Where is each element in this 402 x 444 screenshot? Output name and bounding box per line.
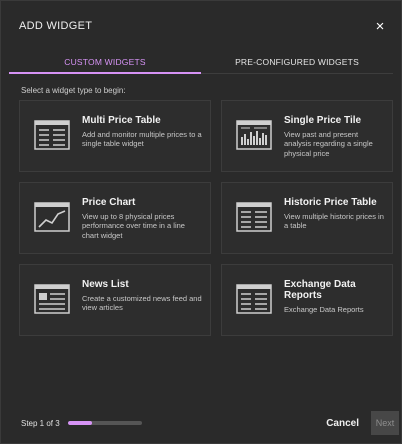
step-indicator: Step 1 of 3 xyxy=(21,418,60,428)
table-icon xyxy=(236,284,272,314)
dialog-header: ADD WIDGET × xyxy=(1,1,401,51)
news-icon xyxy=(34,284,70,314)
widget-title: Multi Price Table xyxy=(82,115,161,126)
line-chart-icon xyxy=(34,202,70,232)
widget-card-historic-price-table[interactable]: Historic Price Table View multiple histo… xyxy=(221,182,393,254)
widget-card-single-price-tile[interactable]: Single Price Tile View past and present … xyxy=(221,100,393,172)
widget-description: Create a customized news feed and view a… xyxy=(82,294,202,313)
table-icon xyxy=(34,120,70,150)
widget-description: View up to 8 physical prices performance… xyxy=(82,212,185,240)
instruction-text: Select a widget type to begin: xyxy=(21,86,126,95)
widget-card-multi-price-table[interactable]: Multi Price Table Add and monitor multip… xyxy=(19,100,211,172)
widget-description: View multiple historic prices in a table xyxy=(284,212,384,231)
widget-card-exchange-data-reports[interactable]: Exchange Data Reports Exchange Data Repo… xyxy=(221,264,393,336)
widget-title: Single Price Tile xyxy=(284,115,362,126)
widget-title: Exchange Data Reports xyxy=(284,279,356,301)
widget-description: View past and present analysis regarding… xyxy=(284,130,373,158)
widget-grid: Multi Price Table Add and monitor multip… xyxy=(19,100,393,336)
widget-title: Price Chart xyxy=(82,197,136,208)
progress-fill xyxy=(67,421,93,425)
next-button[interactable]: Next xyxy=(371,411,399,435)
cancel-button[interactable]: Cancel xyxy=(326,418,359,429)
progress-bar xyxy=(67,421,142,425)
widget-title: Historic Price Table xyxy=(284,197,377,208)
dialog-title: ADD WIDGET xyxy=(19,20,93,32)
widget-description: Exchange Data Reports xyxy=(284,305,364,314)
dialog-footer: Step 1 of 3 Cancel Next xyxy=(1,403,401,443)
widget-card-price-chart[interactable]: Price Chart View up to 8 physical prices… xyxy=(19,182,211,254)
close-icon[interactable]: × xyxy=(371,17,389,35)
widget-card-news-list[interactable]: News List Create a customized news feed … xyxy=(19,264,211,336)
tile-icon xyxy=(236,120,272,150)
add-widget-dialog: ADD WIDGET × CUSTOM WIDGETS PRE-CONFIGUR… xyxy=(0,0,402,444)
widget-tabs: CUSTOM WIDGETS PRE-CONFIGURED WIDGETS xyxy=(9,51,393,74)
tab-pre-configured-widgets[interactable]: PRE-CONFIGURED WIDGETS xyxy=(201,51,393,73)
tab-custom-widgets[interactable]: CUSTOM WIDGETS xyxy=(9,51,201,74)
widget-title: News List xyxy=(82,279,129,290)
widget-description: Add and monitor multiple prices to a sin… xyxy=(82,130,202,149)
table-icon xyxy=(236,202,272,232)
